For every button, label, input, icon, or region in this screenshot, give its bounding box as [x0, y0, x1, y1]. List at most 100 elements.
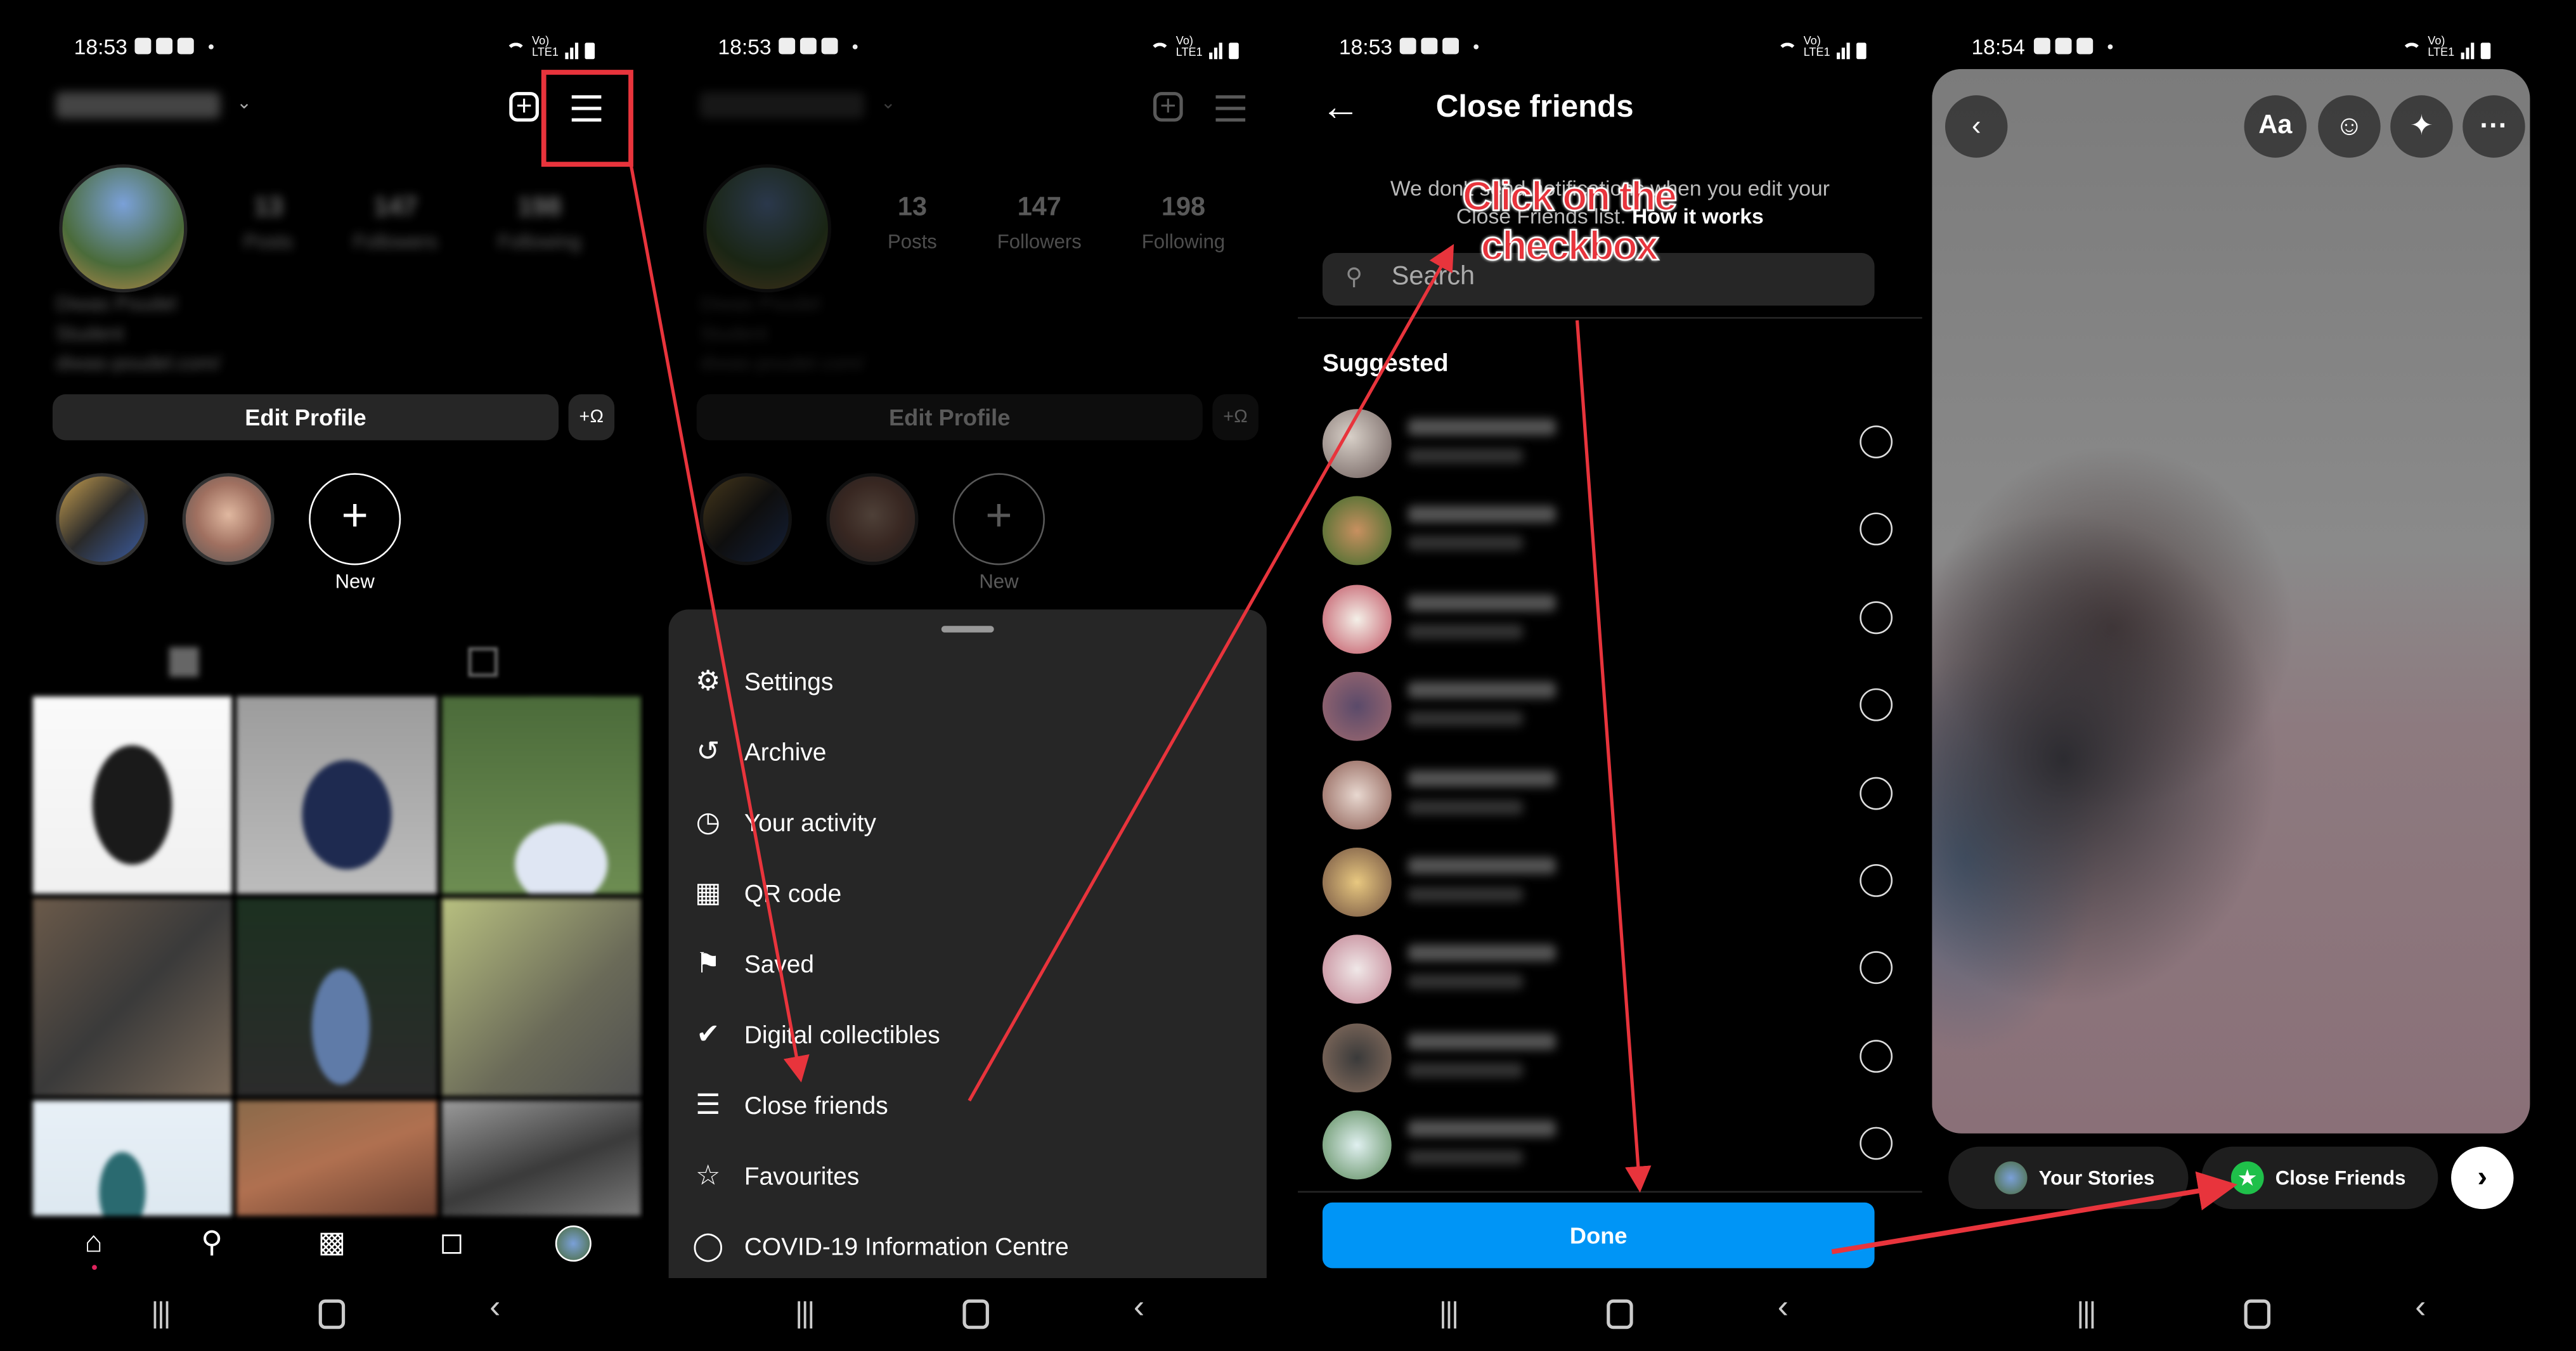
- post-thumbnail[interactable]: [236, 898, 437, 1096]
- profile-avatar[interactable]: [59, 164, 188, 293]
- bio-link[interactable]: diwas-poudel.com/: [56, 348, 220, 378]
- close-friend-checkbox[interactable]: [1860, 1039, 1893, 1073]
- post-thumbnail[interactable]: [441, 696, 641, 894]
- friend-name-blurred: [1408, 594, 1556, 611]
- done-button[interactable]: Done: [1322, 1202, 1875, 1269]
- post-thumbnail[interactable]: [441, 898, 641, 1096]
- notification-icons: [1399, 37, 1479, 55]
- menu-item-saved[interactable]: ⚑ Saved: [692, 940, 814, 989]
- story-highlight[interactable]: [182, 473, 275, 566]
- recent-apps-icon[interactable]: |||: [151, 1296, 171, 1330]
- android-home-icon[interactable]: [2244, 1299, 2271, 1329]
- friend-fullname-blurred: [1408, 799, 1524, 815]
- shop-icon[interactable]: ◻: [436, 1225, 469, 1258]
- android-back-icon[interactable]: ‹: [2415, 1290, 2426, 1328]
- suggested-friend-row[interactable]: [1322, 1108, 1893, 1183]
- close-friend-checkbox[interactable]: [1860, 513, 1893, 546]
- edit-profile-button[interactable]: Edit Profile: [52, 394, 559, 441]
- stat-followers[interactable]: 147 Followers: [353, 194, 437, 253]
- profile-screen: 18:53 Vo) LTE1 ⌄ + 13 Posts 147 Followers 1…: [0, 0, 644, 1350]
- close-friend-checkbox[interactable]: [1860, 425, 1893, 458]
- post-thumbnail[interactable]: [32, 898, 233, 1096]
- android-home-icon[interactable]: [962, 1299, 989, 1329]
- post-thumbnail[interactable]: [441, 1101, 641, 1216]
- volte-icon: Vo) LTE1: [1175, 36, 1203, 60]
- reels-icon[interactable]: ▩: [316, 1225, 349, 1258]
- close-friend-checkbox[interactable]: [1860, 776, 1893, 810]
- recent-apps-icon[interactable]: |||: [2076, 1296, 2096, 1330]
- tagged-tab-icon[interactable]: [468, 647, 498, 677]
- more-notif-dot: [2107, 43, 2113, 49]
- app-notif-icon: [821, 37, 838, 55]
- menu-item-favourites[interactable]: ☆ Favourites: [692, 1151, 859, 1201]
- close-friend-checkbox[interactable]: [1860, 688, 1893, 722]
- story-highlight[interactable]: [56, 473, 148, 566]
- status-bar: 18:53 Vo) LTE1: [1288, 33, 1932, 63]
- text-tool-button[interactable]: Aa: [2244, 95, 2307, 158]
- suggested-friend-row[interactable]: [1322, 1020, 1893, 1096]
- wifi-icon: [505, 42, 526, 59]
- post-thumbnail[interactable]: [32, 696, 233, 894]
- android-home-icon[interactable]: [318, 1299, 346, 1329]
- post-thumbnail[interactable]: [236, 696, 437, 894]
- story-highlight: [826, 473, 919, 566]
- home-icon[interactable]: ⌂: [77, 1225, 110, 1258]
- effects-sparkle-icon[interactable]: ✦: [2390, 95, 2453, 158]
- close-friend-checkbox[interactable]: [1860, 863, 1893, 897]
- youtube-notif-icon: [2055, 37, 2072, 55]
- menu-item-archive[interactable]: ↺ Archive: [692, 728, 826, 777]
- menu-item-your-activity[interactable]: ◷ Your activity: [692, 798, 876, 848]
- suggested-friend-row[interactable]: [1322, 932, 1893, 1007]
- search-icon[interactable]: ⚲: [195, 1225, 228, 1258]
- suggested-friend-row[interactable]: [1322, 493, 1893, 569]
- app-notif-icon: [156, 37, 173, 55]
- post-thumbnail[interactable]: [236, 1101, 437, 1216]
- callout-line: Click on the: [1461, 173, 1678, 221]
- suggested-friend-row[interactable]: [1322, 581, 1893, 657]
- suggested-friend-row[interactable]: [1322, 844, 1893, 920]
- friend-name-blurred: [1408, 945, 1556, 962]
- wifi-icon: [1149, 42, 1170, 59]
- divider: [1298, 317, 1922, 319]
- recent-apps-icon[interactable]: |||: [1439, 1296, 1459, 1330]
- grid-tab-icon[interactable]: [169, 647, 199, 677]
- profile-avatar: [703, 164, 832, 293]
- profile-tab-avatar[interactable]: [555, 1225, 592, 1262]
- close-friend-checkbox[interactable]: [1860, 1127, 1893, 1160]
- post-thumbnail[interactable]: [32, 1101, 233, 1216]
- sticker-icon[interactable]: ☺: [2318, 95, 2381, 158]
- next-button[interactable]: ›: [2451, 1146, 2514, 1210]
- suggested-friend-row[interactable]: [1322, 406, 1893, 481]
- bookmark-icon: ⚑: [696, 948, 721, 979]
- new-highlight-button[interactable]: +: [309, 473, 401, 566]
- recent-apps-icon[interactable]: |||: [795, 1296, 815, 1330]
- your-stories-button[interactable]: Your Stories: [1948, 1146, 2189, 1210]
- sheet-drag-handle[interactable]: [941, 626, 994, 633]
- menu-item-qr-code[interactable]: ▦ QR code: [692, 869, 841, 919]
- chevron-down-icon[interactable]: ⌄: [236, 92, 252, 113]
- more-options-button[interactable]: ···: [2463, 95, 2525, 158]
- close-friend-checkbox[interactable]: [1860, 600, 1893, 634]
- create-post-icon[interactable]: +: [509, 92, 539, 122]
- stat-following[interactable]: 198 Following: [498, 194, 581, 253]
- suggested-friend-row[interactable]: [1322, 669, 1893, 744]
- stat-posts[interactable]: 13 Posts: [243, 194, 293, 253]
- menu-item-covid-info[interactable]: ◯ COVID-19 Information Centre: [692, 1222, 1069, 1272]
- android-back-icon[interactable]: ‹: [1134, 1290, 1144, 1328]
- username-blurred[interactable]: [56, 92, 221, 119]
- menu-item-close-friends[interactable]: ☰ Close friends: [692, 1081, 888, 1130]
- back-arrow-icon[interactable]: ←: [1321, 86, 1360, 132]
- menu-item-settings[interactable]: ⚙ Settings: [692, 657, 833, 706]
- android-back-icon[interactable]: ‹: [1778, 1290, 1789, 1328]
- hamburger-menu-icon[interactable]: [571, 95, 602, 129]
- bottom-tab-bar: ⌂ ⚲ ▩ ◻: [0, 1219, 644, 1269]
- close-friends-share-button[interactable]: ★ Close Friends: [2201, 1146, 2438, 1210]
- suggested-friend-row[interactable]: [1322, 756, 1893, 832]
- new-highlight-label: New: [335, 570, 375, 593]
- android-back-icon[interactable]: ‹: [489, 1290, 500, 1328]
- menu-item-digital-collectibles[interactable]: ✔ Digital collectibles: [692, 1011, 940, 1060]
- close-friend-checkbox[interactable]: [1860, 952, 1893, 985]
- back-chevron-icon[interactable]: ‹: [1945, 95, 2008, 158]
- discover-people-button[interactable]: +Ω: [568, 394, 615, 441]
- android-home-icon[interactable]: [1607, 1299, 1633, 1329]
